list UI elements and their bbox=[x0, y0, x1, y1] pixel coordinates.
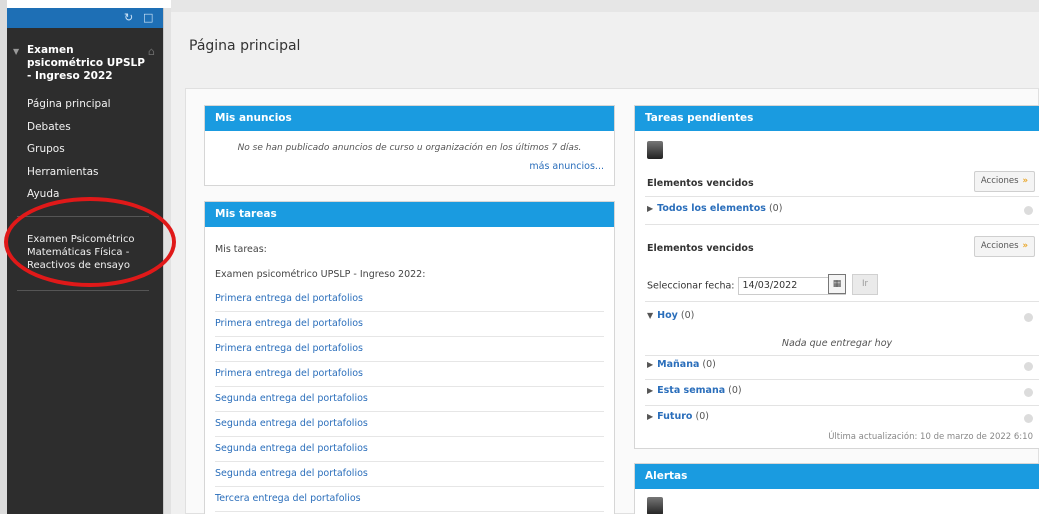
task-link[interactable]: Segunda entrega del portafolios bbox=[215, 437, 604, 462]
future-group[interactable]: ▶ Futuro (0) bbox=[647, 411, 709, 422]
overdue-section-label: Elementos vencidos bbox=[647, 178, 754, 189]
date-label: Seleccionar fecha: bbox=[647, 280, 735, 292]
tasks-course-label: Examen psicométrico UPSLP - Ingreso 2022… bbox=[215, 269, 426, 280]
row-divider bbox=[645, 224, 1039, 225]
chevron-down-icon: » bbox=[1022, 176, 1029, 186]
nav-item-pagina-principal[interactable]: Página principal bbox=[7, 97, 163, 120]
alerts-header: Alertas bbox=[635, 464, 1039, 489]
actions-button[interactable]: Acciones» bbox=[973, 236, 1035, 257]
tasks-header: Mis tareas bbox=[205, 202, 614, 227]
collapse-caret-icon[interactable]: ▼ bbox=[13, 47, 19, 56]
this-week-group[interactable]: ▶ Esta semana (0) bbox=[647, 385, 742, 396]
task-link[interactable]: Tercera entrega del portafolios bbox=[215, 487, 604, 512]
status-circle-icon bbox=[1024, 414, 1033, 423]
task-link[interactable]: Segunda entrega del portafolios bbox=[215, 462, 604, 487]
tasks-label: Mis tareas: bbox=[215, 244, 267, 255]
more-announcements-link[interactable]: más anuncios... bbox=[529, 161, 604, 172]
task-link[interactable]: Segunda entrega del portafolios bbox=[215, 412, 604, 437]
todo-module: Tareas pendientes Elementos vencidos Acc… bbox=[634, 105, 1039, 449]
status-circle-icon bbox=[1024, 206, 1033, 215]
group-count: (0) bbox=[680, 310, 695, 321]
actions-label: Acciones bbox=[980, 176, 1019, 186]
collapse-arrow-icon: ▼ bbox=[647, 311, 654, 320]
group-count: (0) bbox=[695, 411, 709, 422]
announcements-header: Mis anuncios bbox=[205, 106, 614, 131]
due-section-label: Elementos vencidos bbox=[647, 243, 754, 254]
nav-item-debates[interactable]: Debates bbox=[7, 120, 163, 143]
group-name: Hoy bbox=[657, 310, 678, 321]
main-area: Página principal Mis anuncios No se han … bbox=[171, 0, 1039, 514]
calendar-icon[interactable]: ▦ bbox=[828, 274, 846, 294]
task-link[interactable]: Primera entrega del portafolios bbox=[215, 287, 604, 312]
task-link[interactable]: Segunda entrega del portafolios bbox=[215, 387, 604, 412]
course-header: ▼ Examen psicométrico UPSLP - Ingreso 20… bbox=[7, 28, 163, 83]
actions-button[interactable]: Acciones» bbox=[973, 171, 1035, 192]
todo-header: Tareas pendientes bbox=[635, 106, 1039, 131]
annotation-circle bbox=[4, 197, 176, 287]
course-title[interactable]: Examen psicométrico UPSLP - Ingreso 2022 bbox=[27, 44, 147, 83]
expand-arrow-icon: ▶ bbox=[647, 204, 654, 213]
window-left-edge bbox=[0, 0, 7, 514]
status-circle-icon bbox=[1024, 362, 1033, 371]
group-name: Futuro bbox=[657, 411, 693, 422]
group-count: (0) bbox=[768, 203, 783, 214]
row-divider bbox=[645, 355, 1039, 356]
expand-arrow-icon: ▶ bbox=[647, 386, 654, 395]
nav-item-herramientas[interactable]: Herramientas bbox=[7, 165, 163, 188]
date-selector: Seleccionar fecha: 14/03/2022 bbox=[647, 277, 846, 295]
last-updated-text: Última actualización: 10 de marzo de 202… bbox=[828, 432, 1033, 442]
today-group[interactable]: ▼ Hoy (0) bbox=[647, 310, 694, 321]
row-divider bbox=[645, 301, 1039, 302]
row-divider bbox=[645, 379, 1039, 380]
expand-arrow-icon: ▶ bbox=[647, 412, 654, 421]
top-bar bbox=[171, 0, 1039, 12]
tomorrow-group[interactable]: ▶ Mañana (0) bbox=[647, 359, 716, 370]
home-icon[interactable]: ⌂ bbox=[148, 45, 155, 58]
task-link[interactable]: Primera entrega del portafolios bbox=[215, 312, 604, 337]
group-count: (0) bbox=[728, 385, 742, 396]
chevron-down-icon: » bbox=[1022, 241, 1029, 251]
row-divider bbox=[645, 405, 1039, 406]
alerts-module: Alertas bbox=[634, 463, 1039, 514]
go-button[interactable]: Ir bbox=[852, 274, 878, 295]
menu-divider bbox=[17, 289, 149, 291]
nothing-due-message: Nada que entregar hoy bbox=[781, 338, 893, 349]
group-count: (0) bbox=[702, 359, 716, 370]
nav-item-grupos[interactable]: Grupos bbox=[7, 142, 163, 165]
status-circle-icon bbox=[1024, 313, 1033, 322]
group-name: Mañana bbox=[657, 359, 700, 370]
task-link[interactable]: Primera entrega del portafolios bbox=[215, 337, 604, 362]
group-name: Esta semana bbox=[657, 385, 726, 396]
all-items-group[interactable]: ▶ Todos los elementos (0) bbox=[647, 203, 782, 214]
group-name: Todos los elementos bbox=[657, 203, 766, 214]
expand-arrow-icon: ▶ bbox=[647, 360, 654, 369]
status-circle-icon bbox=[1024, 388, 1033, 397]
actions-label: Acciones bbox=[980, 241, 1019, 251]
task-link[interactable]: Primera entrega del portafolios bbox=[215, 362, 604, 387]
course-menu: Página principal Debates Grupos Herramie… bbox=[7, 97, 163, 210]
sidebar-toolbar: ↻ □ bbox=[7, 8, 163, 28]
tasks-module: Mis tareas Mis tareas: Examen psicométri… bbox=[204, 201, 615, 514]
page-title: Página principal bbox=[189, 38, 301, 54]
avatar bbox=[647, 497, 663, 514]
avatar bbox=[647, 141, 663, 159]
row-divider bbox=[645, 196, 1039, 197]
folder-icon[interactable]: □ bbox=[143, 11, 153, 24]
dashboard-content: Mis anuncios No se han publicado anuncio… bbox=[185, 88, 1039, 514]
announcements-module: Mis anuncios No se han publicado anuncio… bbox=[204, 105, 615, 186]
refresh-icon[interactable]: ↻ bbox=[124, 11, 133, 24]
announcements-empty-message: No se han publicado anuncios de curso u … bbox=[237, 143, 582, 153]
